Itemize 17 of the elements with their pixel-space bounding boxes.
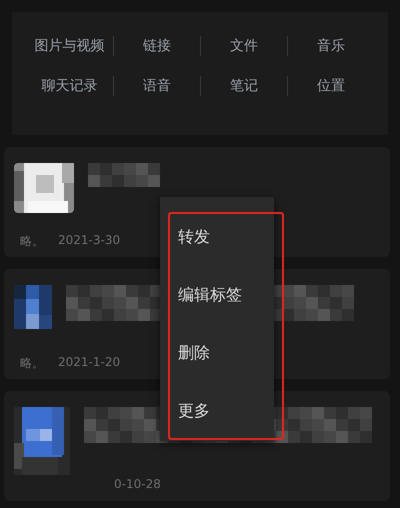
category-link[interactable]: 链接: [143, 37, 171, 55]
category-link[interactable]: 聊天记录: [42, 77, 98, 95]
category-link[interactable]: 语音: [143, 77, 171, 95]
menu-item[interactable]: 转发: [160, 223, 274, 251]
category-link[interactable]: 文件: [230, 37, 258, 55]
date-text: 2021-3-30: [58, 233, 120, 249]
source-text: 略。: [20, 355, 44, 372]
date-text: 2021-1-20: [58, 355, 120, 371]
date-text: 0-10-28: [114, 477, 161, 491]
menu-item[interactable]: 编辑标签: [160, 281, 274, 309]
category-link[interactable]: 图片与视频: [34, 37, 104, 55]
category-link[interactable]: 音乐: [317, 37, 345, 55]
category-link[interactable]: 位置: [317, 77, 345, 95]
source-text: 略。: [20, 233, 44, 250]
menu-item[interactable]: 删除: [160, 339, 274, 367]
menu-item[interactable]: 更多: [160, 397, 274, 425]
category-link[interactable]: 笔记: [230, 77, 258, 95]
